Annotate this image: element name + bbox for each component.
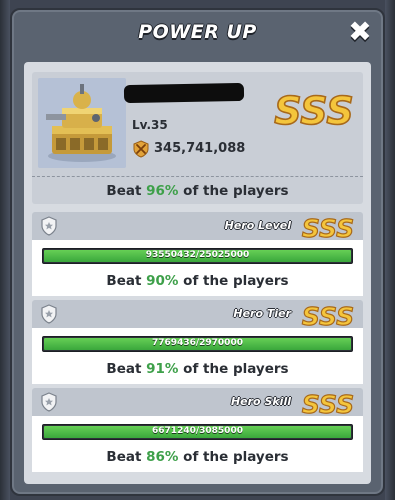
progress-text: 6671240/3085000 [152,426,243,436]
background-left [0,0,10,500]
stat-header: Hero Level SSS [32,212,363,241]
redacted-name [123,82,245,104]
rank-badge-sss: SSS [301,389,354,417]
beat-percent: 96% [146,183,179,199]
stat-hero-tier: Hero Tier SSS 7769436/2970000 Beat 91% o… [32,300,363,384]
stat-body: 7769436/2970000 Beat 91% of the players [32,328,363,384]
hero-portrait[interactable] [38,78,126,168]
stat-label: Hero Tier [233,307,291,320]
beat-suffix: of the players [183,273,289,289]
stat-hero-skill: Hero Skill SSS 6671240/3085000 Beat 86% … [32,388,363,472]
stat-beat-line: Beat 91% of the players [32,361,363,377]
stat-label: Hero Level [224,219,291,232]
rank-badge-sss: SSS [301,301,354,329]
divider [32,176,363,177]
beat-percent: 90% [146,273,179,289]
background-right [385,0,395,500]
medal-icon [41,216,57,236]
beat-suffix: of the players [183,361,289,377]
stat-beat-line: Beat 90% of the players [32,273,363,289]
progress-bar: 93550432/25025000 [42,248,353,264]
hero-level: Lv.35 [132,118,168,132]
progress-text: 93550432/25025000 [145,250,250,260]
rank-badge-sss: SSS [301,213,354,241]
dialog-titlebar: POWER UP [12,10,383,54]
progress-bar: 6671240/3085000 [42,424,353,440]
rank-text: SSS [302,302,354,329]
rank-text: SSS [302,390,354,417]
progress-text: 7769436/2970000 [152,338,243,348]
stat-hero-level: Hero Level SSS 93550432/25025000 Beat 90… [32,212,363,296]
hero-summary-card: Lv.35 345,741,088 SSS Beat 96% of the pl… [32,72,363,204]
medal-icon [41,304,57,324]
dialog-title: POWER UP [138,21,257,43]
close-button[interactable]: ✖ [347,15,373,48]
stat-header: Hero Tier SSS [32,300,363,329]
rank-text: SSS [302,214,354,241]
beat-prefix: Beat [106,273,142,289]
dialog-content: Lv.35 345,741,088 SSS Beat 96% of the pl… [24,62,371,484]
beat-percent: 91% [146,361,179,377]
rank-text: SSS [274,89,353,132]
stat-body: 93550432/25025000 Beat 90% of the player… [32,240,363,296]
medal-icon [41,392,57,412]
hero-power: 345,741,088 [154,141,246,156]
close-icon: ✖ [348,15,372,48]
stat-body: 6671240/3085000 Beat 86% of the players [32,416,363,472]
stat-beat-line: Beat 86% of the players [32,449,363,465]
power-up-dialog: POWER UP ✖ Lv.35 345,741,088 SSS Beat 96… [10,8,385,496]
crossed-swords-icon [133,140,149,158]
beat-percent: 86% [146,449,179,465]
beat-suffix: of the players [183,449,289,465]
beat-prefix: Beat [106,449,142,465]
beat-suffix: of the players [183,183,289,199]
beat-prefix: Beat [106,183,142,199]
stat-label: Hero Skill [230,395,291,408]
beat-prefix: Beat [106,361,142,377]
rank-badge-sss: SSS [273,88,354,132]
tank-hero-image [38,78,126,168]
stat-header: Hero Skill SSS [32,388,363,417]
hero-beat-line: Beat 96% of the players [32,183,363,199]
progress-bar: 7769436/2970000 [42,336,353,352]
